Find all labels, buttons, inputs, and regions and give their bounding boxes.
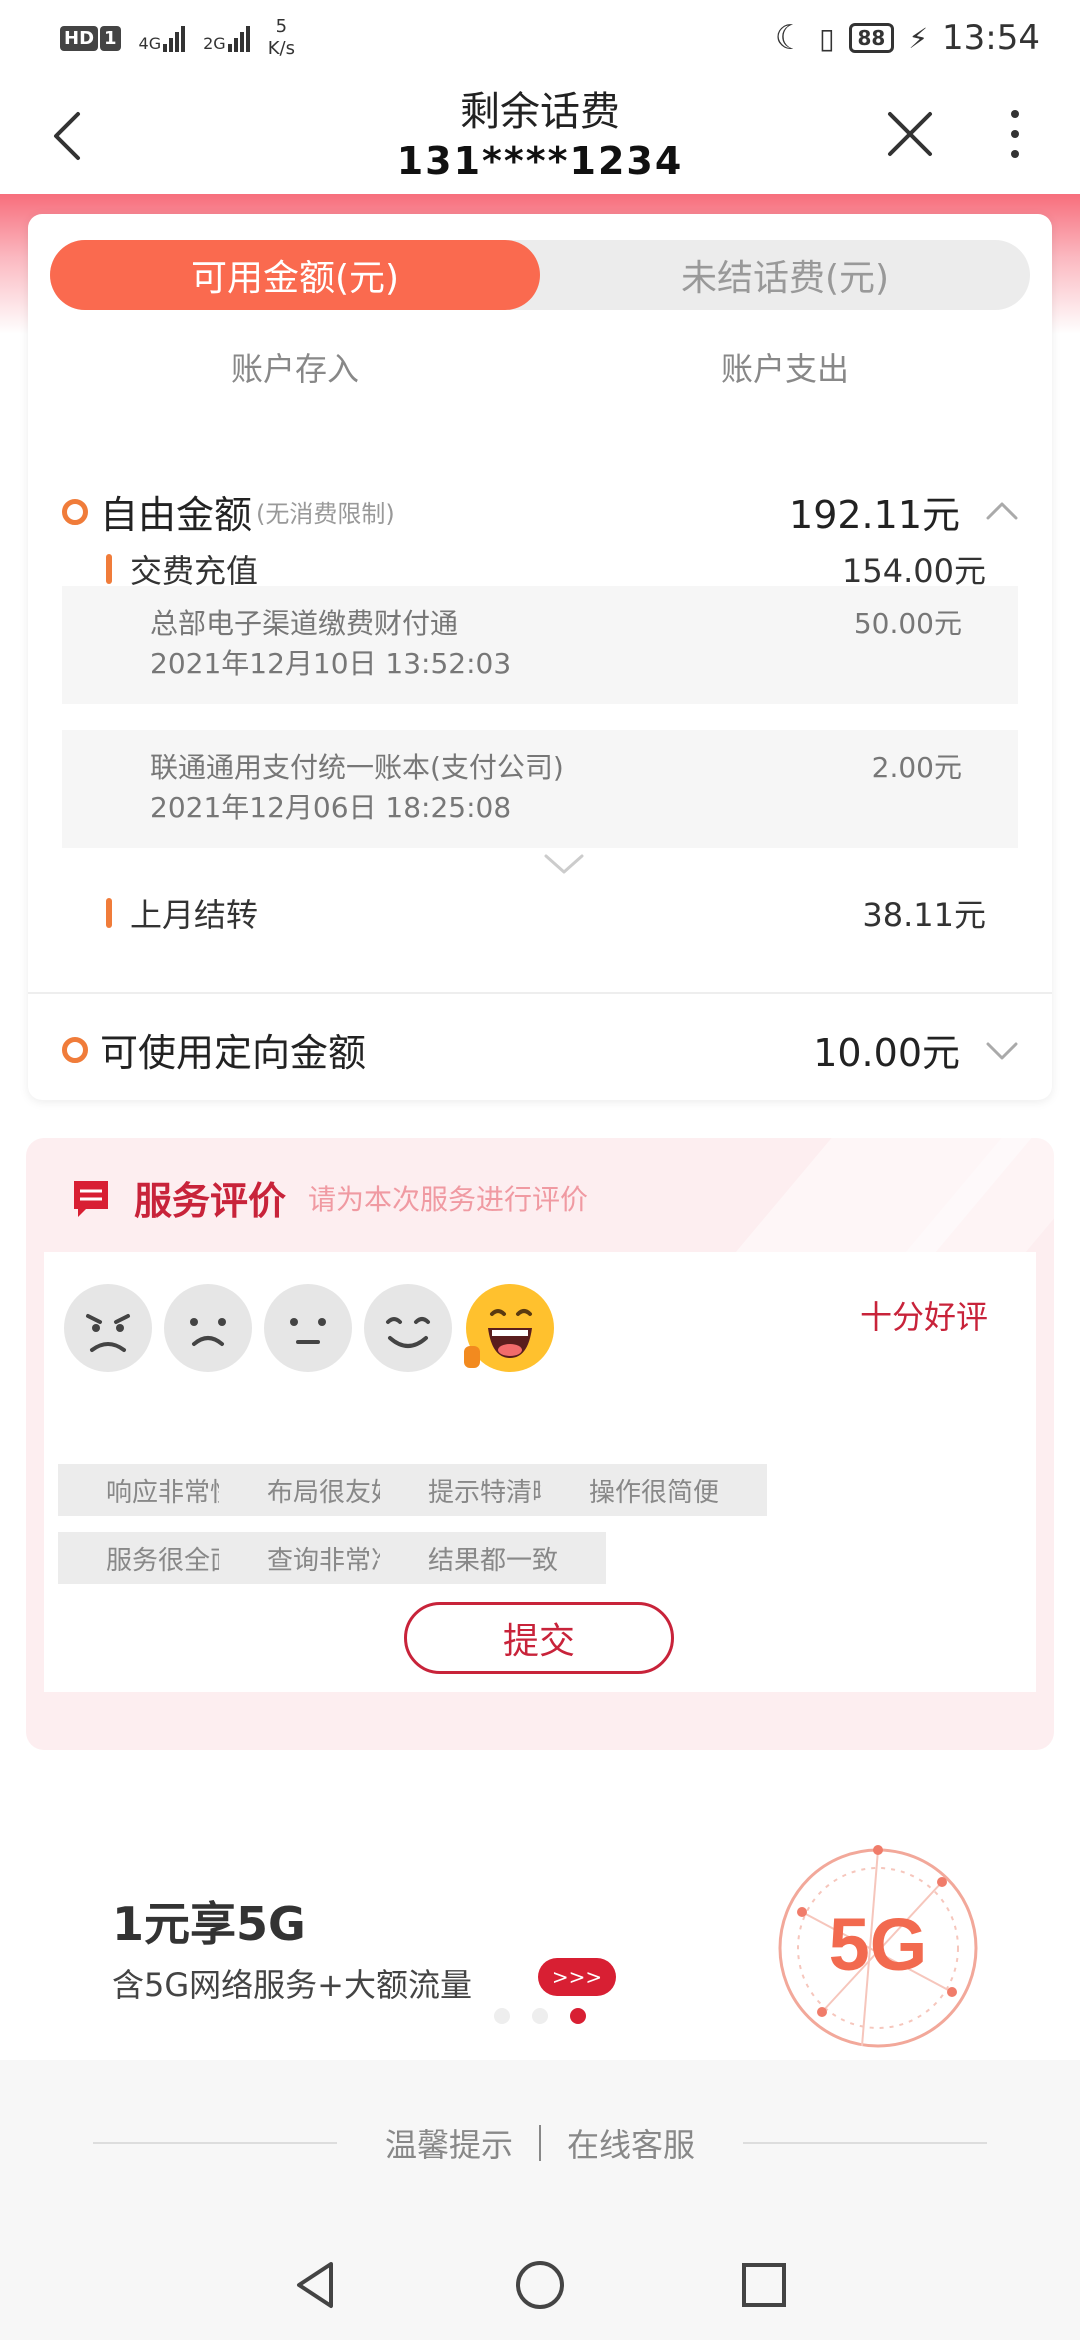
service-rating-subtitle: 请为本次服务进行评价 — [308, 1182, 589, 1216]
smile-face-icon[interactable] — [362, 1282, 454, 1374]
balance-card: 可用金额(元) 未结话费(元) 账户存入 账户支出 自由金额 (无消费限制) 1… — [28, 214, 1052, 1100]
status-right: ☾ ▯ 88 ⚡ 13:54 — [775, 18, 1040, 58]
back-icon[interactable] — [40, 106, 100, 166]
carousel-dots — [494, 2008, 586, 2024]
bar-marker — [106, 554, 112, 584]
page-title: 剩余话费 131****1234 — [397, 86, 684, 184]
directed-amount-label: 可使用定向金额 — [100, 1031, 367, 1075]
laughing-face-icon[interactable] — [462, 1282, 554, 1374]
sim-badge: 1 — [100, 25, 121, 51]
rating-tag[interactable]: 结果都一致 — [380, 1532, 606, 1584]
free-amount-note: (无消费限制) — [256, 500, 395, 528]
clock: 13:54 — [942, 18, 1040, 58]
transaction-name: 联通通用支付统一账本(支付公司) — [150, 751, 564, 784]
free-amount-value: 192.11元 — [789, 493, 960, 537]
divider — [28, 992, 1052, 994]
carryover-row: 上月结转 38.11元 — [106, 890, 986, 936]
subtab-expense[interactable]: 账户支出 — [540, 344, 1030, 390]
hd-badge: HD — [60, 25, 99, 51]
directed-amount-value: 10.00元 — [813, 1031, 960, 1075]
list-item: 总部电子渠道缴费财付通 50.00元 2021年12月10日 13:52:03 — [62, 586, 1018, 704]
close-icon[interactable] — [880, 104, 940, 164]
ring-icon — [62, 498, 88, 525]
net-speed-unit: K/s — [267, 38, 295, 59]
divider — [92, 2142, 337, 2144]
amount-tabs: 可用金额(元) 未结话费(元) — [50, 240, 1030, 310]
free-amount-label: 自由金额 — [100, 493, 253, 537]
signal-4g-icon: 4G — [139, 24, 186, 52]
transaction-amount: 50.00元 — [853, 607, 962, 640]
message-icon — [74, 1180, 108, 1217]
net-type-2: 2G — [203, 34, 226, 53]
chevron-down-icon[interactable] — [982, 1030, 1022, 1070]
sad-face-icon[interactable] — [162, 1282, 254, 1374]
ring-icon — [62, 1036, 88, 1063]
carousel-dot[interactable] — [532, 2008, 548, 2024]
selected-rating-label: 十分好评 — [860, 1298, 989, 1336]
neutral-face-icon[interactable] — [262, 1282, 354, 1374]
app-header: 剩余话费 131****1234 — [0, 76, 1080, 194]
status-bar: HD 1 4G 2G 5 K/s ☾ ▯ 88 ⚡ 13:54 — [0, 0, 1080, 76]
moon-icon: ☾ — [774, 18, 806, 58]
free-amount-row[interactable]: 自由金额 (无消费限制) 192.11元 — [62, 484, 1022, 539]
carousel-dot[interactable] — [494, 2008, 510, 2024]
battery-icon: 88 — [848, 23, 895, 53]
promo-arrow-button[interactable]: >>> — [538, 1958, 616, 1996]
promo-subtitle: 含5G网络服务+大额流量 — [112, 1966, 472, 2004]
service-rating-title: 服务评价 — [134, 1179, 287, 1223]
list-item: 联通通用支付统一账本(支付公司) 2.00元 2021年12月06日 18:25… — [62, 730, 1018, 848]
vibrate-icon: ▯ — [819, 21, 835, 55]
net-type-1: 4G — [138, 34, 162, 53]
tab-available-amount[interactable]: 可用金额(元) — [50, 240, 540, 310]
nav-recents-icon[interactable] — [737, 2258, 791, 2312]
carryover-label: 上月结转 — [130, 896, 259, 934]
service-rating-header: 服务评价 请为本次服务进行评价 — [70, 1170, 588, 1225]
transaction-name: 总部电子渠道缴费财付通 — [150, 607, 459, 640]
chevron-up-icon[interactable] — [982, 492, 1022, 532]
angry-face-icon[interactable] — [62, 1282, 154, 1374]
tips-link[interactable]: 温馨提示 — [385, 2120, 513, 2166]
footer-links: 温馨提示 在线客服 — [0, 2120, 1080, 2166]
rating-tag[interactable]: 操作很简便 — [541, 1464, 767, 1516]
charging-icon: ⚡ — [908, 21, 929, 55]
transaction-time: 2021年12月10日 13:52:03 — [150, 647, 512, 680]
transaction-amount: 2.00元 — [871, 751, 962, 784]
net-speed: 5 K/s — [268, 16, 295, 60]
signal-2g-icon: 2G — [203, 24, 250, 52]
bar-marker — [106, 898, 112, 928]
system-nav-bar — [0, 2230, 1080, 2340]
status-left: HD 1 4G 2G 5 K/s — [60, 16, 295, 60]
net-speed-value: 5 — [275, 16, 288, 37]
carousel-dot-active[interactable] — [570, 2008, 586, 2024]
phone-number: 131****1234 — [396, 139, 684, 183]
divider — [743, 2142, 988, 2144]
nav-home-icon[interactable] — [513, 2258, 567, 2312]
nav-back-icon[interactable] — [289, 2258, 343, 2312]
service-rating-card: 服务评价 请为本次服务进行评价 十分好评 响应非常快 布局很友好 提示特清晰 操… — [26, 1138, 1054, 1750]
chevron-down-icon[interactable] — [540, 850, 588, 880]
promo-title[interactable]: 1元享5G — [112, 1888, 306, 1954]
5g-art-text: 5G — [829, 1903, 928, 1986]
account-subtabs: 账户存入 账户支出 — [28, 344, 1052, 390]
tab-unsettled-fee[interactable]: 未结话费(元) — [540, 240, 1030, 310]
divider — [539, 2125, 541, 2161]
carryover-amount: 38.11元 — [862, 896, 986, 934]
rating-panel: 十分好评 响应非常快 布局很友好 提示特清晰 操作很简便 服务很全面 查询非常准… — [44, 1252, 1036, 1692]
directed-amount-row[interactable]: 可使用定向金额 10.00元 — [62, 1022, 1022, 1077]
more-icon[interactable] — [1000, 104, 1030, 164]
subtab-deposit[interactable]: 账户存入 — [50, 344, 540, 390]
title-text: 剩余话费 — [459, 89, 620, 135]
submit-button[interactable]: 提交 — [404, 1602, 674, 1674]
transaction-time: 2021年12月06日 18:25:08 — [150, 791, 512, 824]
5g-globe-icon: 5G — [778, 1845, 978, 2048]
online-service-link[interactable]: 在线客服 — [567, 2120, 695, 2166]
